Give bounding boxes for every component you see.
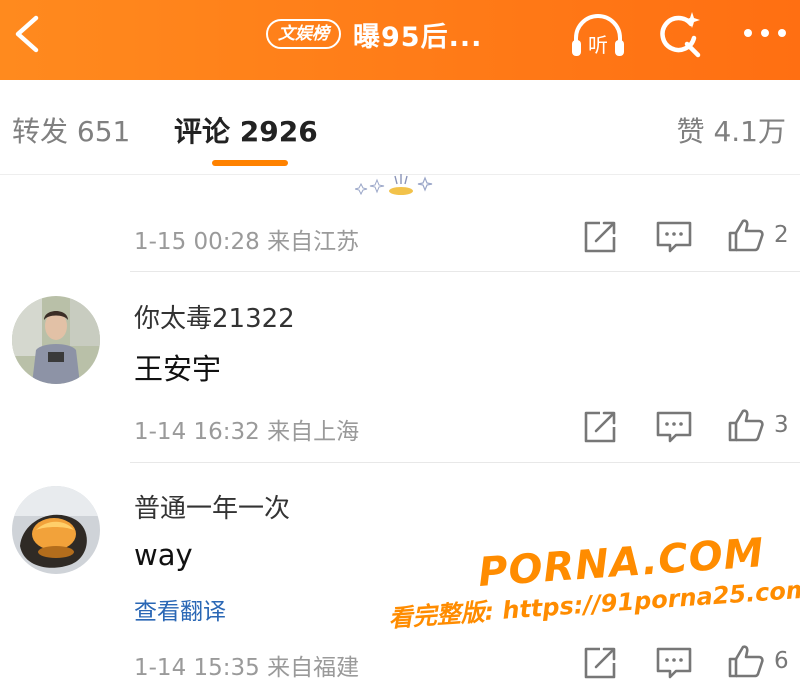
thumbs-up-icon xyxy=(728,645,764,678)
search-icon xyxy=(660,12,701,58)
more-icon xyxy=(744,29,786,37)
hot-topic-title[interactable]: 文娱榜 曝95后... xyxy=(266,14,482,54)
comment-button[interactable] xyxy=(654,409,694,445)
divider xyxy=(130,271,800,272)
comment-timestamp: 1-15 00:28 来自江苏 xyxy=(134,229,360,255)
tab-comment[interactable]: 评论 2926 xyxy=(174,110,318,150)
avatar[interactable] xyxy=(12,296,100,384)
like-count: 2 xyxy=(774,222,789,248)
tab-like[interactable]: 赞 4.1万 xyxy=(677,110,786,150)
comment-button[interactable] xyxy=(654,645,694,681)
repost-button[interactable] xyxy=(580,409,620,445)
avatar[interactable] xyxy=(12,486,100,574)
repost-button[interactable] xyxy=(580,219,620,255)
like-count: 3 xyxy=(774,412,789,438)
back-button[interactable] xyxy=(6,12,50,56)
thumbs-up-icon xyxy=(728,409,764,442)
divider xyxy=(130,462,800,463)
repost-button[interactable] xyxy=(580,645,620,681)
username[interactable]: 你太毒21322 xyxy=(134,298,295,335)
comment-text: 王安宇 xyxy=(134,352,222,386)
comment-button[interactable] xyxy=(654,219,694,255)
comment-icon xyxy=(656,411,692,443)
svg-text:听: 听 xyxy=(588,33,608,57)
back-icon xyxy=(15,15,39,53)
listen-button[interactable]: 听 xyxy=(568,12,628,60)
view-translation-link[interactable]: 查看翻译 xyxy=(134,592,226,626)
comment-icon xyxy=(656,221,692,253)
top-bar: 文娱榜 曝95后... 听 xyxy=(0,0,800,80)
share-icon xyxy=(584,411,616,443)
avatar-image xyxy=(12,486,100,574)
comment-timestamp: 1-14 16:32 来自上海 xyxy=(134,419,360,445)
comment-icon xyxy=(656,647,692,679)
entertainment-rank-badge: 文娱榜 xyxy=(266,19,341,49)
listen-icon: 听 xyxy=(572,14,624,57)
like-count: 6 xyxy=(774,648,789,674)
like-button[interactable] xyxy=(726,643,766,679)
username[interactable]: 普通一年一次 xyxy=(134,488,290,525)
avatar-image xyxy=(12,296,100,384)
thumbs-up-icon xyxy=(728,219,764,252)
share-icon xyxy=(584,221,616,253)
like-button[interactable] xyxy=(726,217,766,253)
tab-repost[interactable]: 转发 651 xyxy=(12,110,130,150)
share-icon xyxy=(584,647,616,679)
tab-bar: 转发 651 评论 2926 赞 4.1万 xyxy=(0,80,800,175)
topic-title: 曝95后... xyxy=(353,21,483,53)
active-tab-indicator xyxy=(212,160,288,166)
comment-timestamp: 1-14 15:35 来自福建 xyxy=(134,655,360,681)
more-button[interactable] xyxy=(740,18,790,48)
comment-text: way xyxy=(134,538,193,572)
search-button[interactable] xyxy=(654,10,704,60)
sticker-image xyxy=(355,174,433,196)
like-button[interactable] xyxy=(726,407,766,443)
